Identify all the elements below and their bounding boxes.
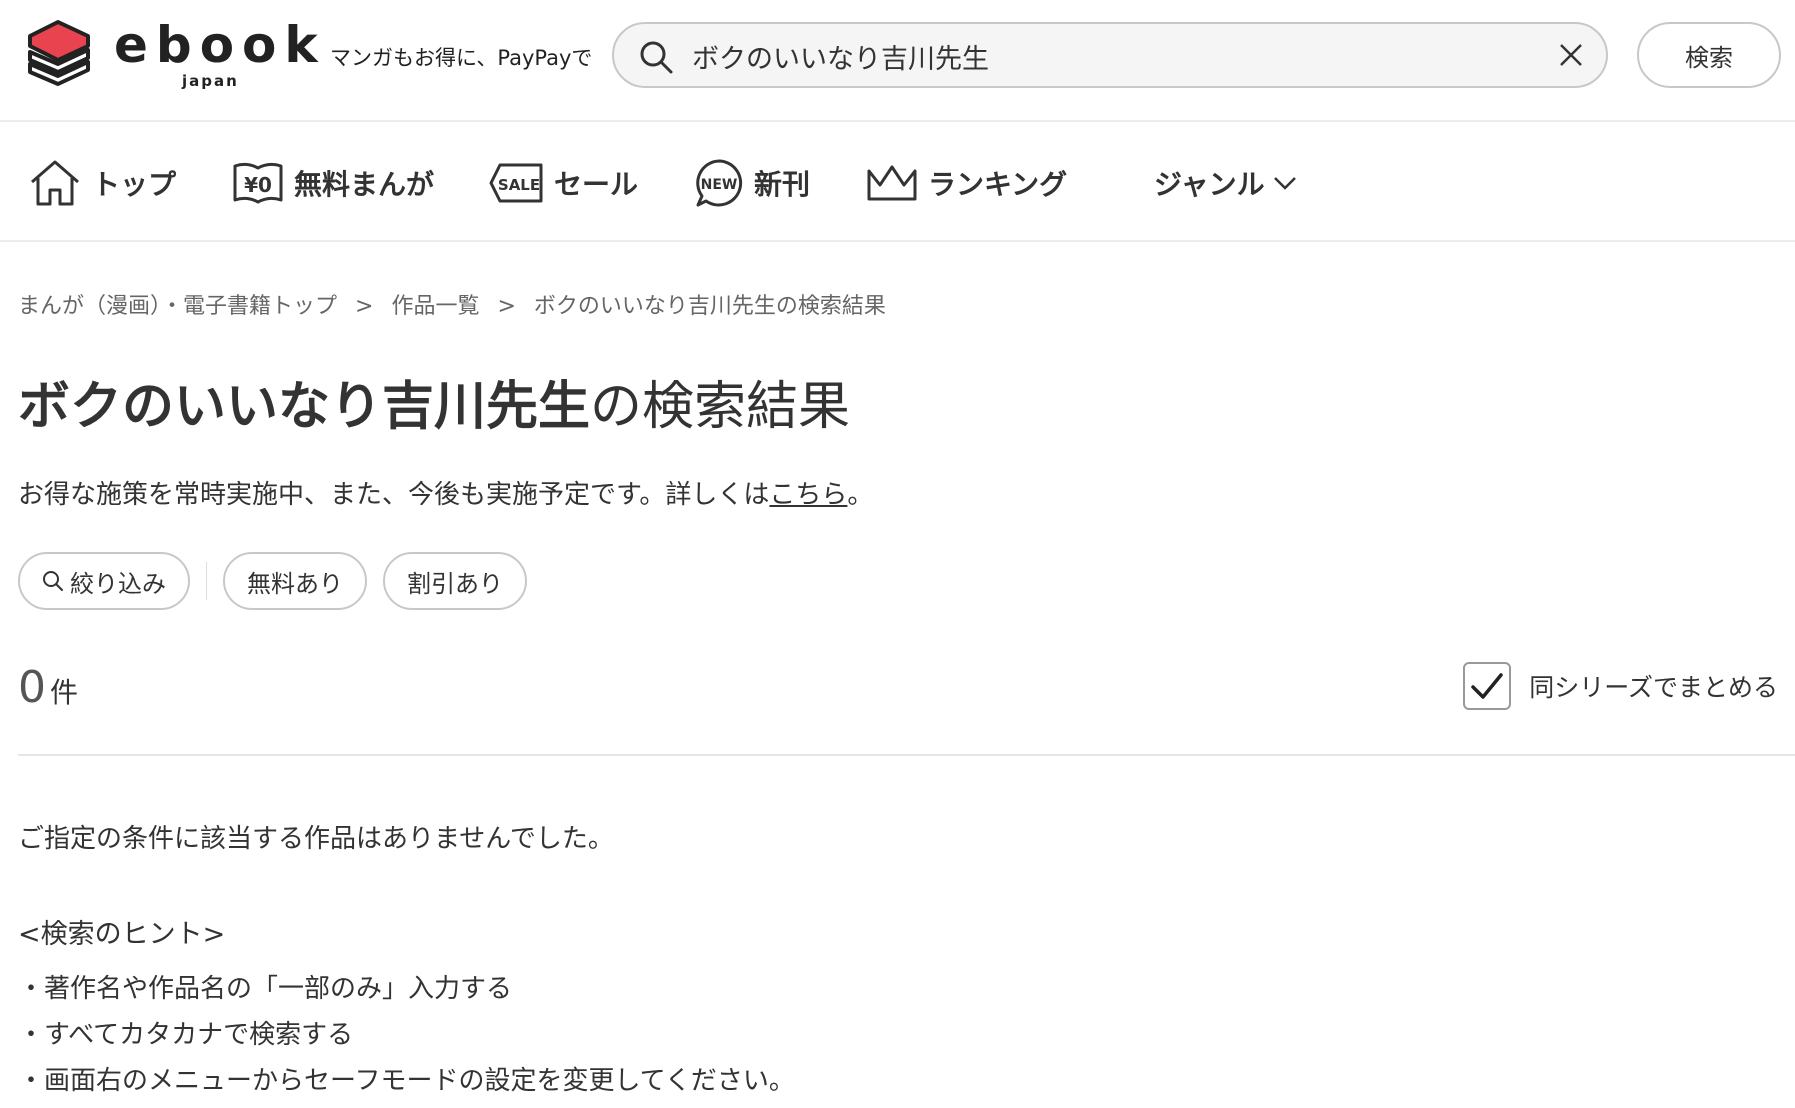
results-divider xyxy=(18,754,1795,756)
notice-link[interactable]: こちら xyxy=(769,480,847,510)
svg-text:NEW: NEW xyxy=(701,177,738,193)
search-icon xyxy=(638,39,674,79)
discount-filter-chip[interactable]: 割引あり xyxy=(383,552,527,610)
nav-item-top[interactable]: トップ xyxy=(28,158,176,208)
result-count: 0 xyxy=(18,662,46,713)
nav-item-label: 無料まんが xyxy=(294,168,435,201)
notice-text: お得な施策を常時実施中、また、今後も実施予定です。詳しくは xyxy=(18,480,770,510)
checkmark-icon xyxy=(1471,673,1503,699)
chevron-down-icon xyxy=(1273,175,1297,191)
header-tagline: マンガもお得に、PayPayで xyxy=(330,46,593,70)
search-box[interactable] xyxy=(612,22,1608,88)
result-count-row: 0件 同シリーズでまとめる xyxy=(18,662,1778,732)
empty-result-message: ご指定の条件に該当する作品はありませんでした。 xyxy=(18,824,614,854)
search-hint-item: ・著作名や作品名の「一部のみ」入力する xyxy=(18,974,513,1004)
site-header: ebook japan マンガもお得に、PayPayで 検索 xyxy=(0,0,1795,122)
sale-tag-icon: SALE xyxy=(488,162,544,204)
new-badge-icon: NEW xyxy=(694,158,744,208)
refine-button[interactable]: 絞り込み xyxy=(18,552,190,610)
nav-item-free-manga[interactable]: ¥0 無料まんが xyxy=(232,158,434,208)
clear-search-icon[interactable] xyxy=(1558,42,1584,72)
breadcrumb: まんが（漫画）・電子書籍トップ > 作品一覧 > ボクのいいなり吉川先生の検索結果 xyxy=(18,288,886,320)
chip-divider xyxy=(206,562,207,600)
free-filter-chip[interactable]: 無料あり xyxy=(223,552,367,610)
search-hint-item: ・すべてカタカナで検索する xyxy=(18,1020,354,1050)
group-series-toggle[interactable]: 同シリーズでまとめる xyxy=(1463,662,1778,710)
page-title: ボクのいいなり吉川先生の検索結果 xyxy=(18,364,850,439)
page-title-query: ボクのいいなり吉川先生 xyxy=(18,377,591,437)
breadcrumb-link-works[interactable]: 作品一覧 xyxy=(391,294,479,319)
group-series-label: 同シリーズでまとめる xyxy=(1529,673,1778,702)
search-hint-item: ・画面右のメニューからセーフモードの設定を変更してください。 xyxy=(18,1066,795,1096)
main-nav: トップ ¥0 無料まんが SALE セール NEW 新刊 ランキング ジャンル xyxy=(0,122,1795,242)
svg-text:¥0: ¥0 xyxy=(244,173,272,197)
book-stack-icon xyxy=(28,20,90,86)
nav-item-label: ランキング xyxy=(928,168,1068,201)
nav-item-label: ジャンル xyxy=(1154,168,1265,201)
free-book-icon: ¥0 xyxy=(232,160,284,206)
nav-item-label: セール xyxy=(554,168,639,201)
search-hints-title: <検索のヒント> xyxy=(18,919,226,950)
home-icon xyxy=(28,158,82,208)
search-input[interactable] xyxy=(690,34,1514,78)
search-hints-list: ・著作名や作品名の「一部のみ」入力する ・すべてカタカナで検索する ・画面右のメ… xyxy=(18,966,795,1104)
crown-icon xyxy=(866,163,918,203)
refine-label: 絞り込み xyxy=(70,569,166,598)
breadcrumb-separator: > xyxy=(497,294,516,319)
search-button[interactable]: 検索 xyxy=(1637,22,1781,88)
nav-item-label: 新刊 xyxy=(754,168,811,201)
svg-text:SALE: SALE xyxy=(498,176,540,194)
ebook-japan-logo[interactable]: ebook japan xyxy=(26,16,318,98)
filter-chips: 絞り込み 無料あり 割引あり xyxy=(18,552,527,610)
nav-item-new[interactable]: NEW 新刊 xyxy=(694,158,810,208)
search-icon xyxy=(42,570,64,592)
campaign-notice: お得な施策を常時実施中、また、今後も実施予定です。詳しくはこちら。 xyxy=(18,474,873,511)
notice-end: 。 xyxy=(847,480,874,510)
breadcrumb-link-top[interactable]: まんが（漫画）・電子書籍トップ xyxy=(18,294,337,319)
logo-wordmark: ebook xyxy=(114,16,326,74)
logo-subtext: japan xyxy=(182,72,239,90)
nav-item-ranking[interactable]: ランキング xyxy=(866,158,1067,208)
group-series-checkbox[interactable] xyxy=(1463,662,1512,710)
breadcrumb-separator: > xyxy=(355,294,374,319)
nav-item-label: トップ xyxy=(92,168,177,201)
result-count-unit: 件 xyxy=(50,676,79,709)
nav-item-genre[interactable]: ジャンル xyxy=(1154,158,1297,208)
breadcrumb-current: ボクのいいなり吉川先生の検索結果 xyxy=(533,294,886,319)
page-title-suffix: の検索結果 xyxy=(590,377,851,437)
nav-item-sale[interactable]: SALE セール xyxy=(488,158,638,208)
